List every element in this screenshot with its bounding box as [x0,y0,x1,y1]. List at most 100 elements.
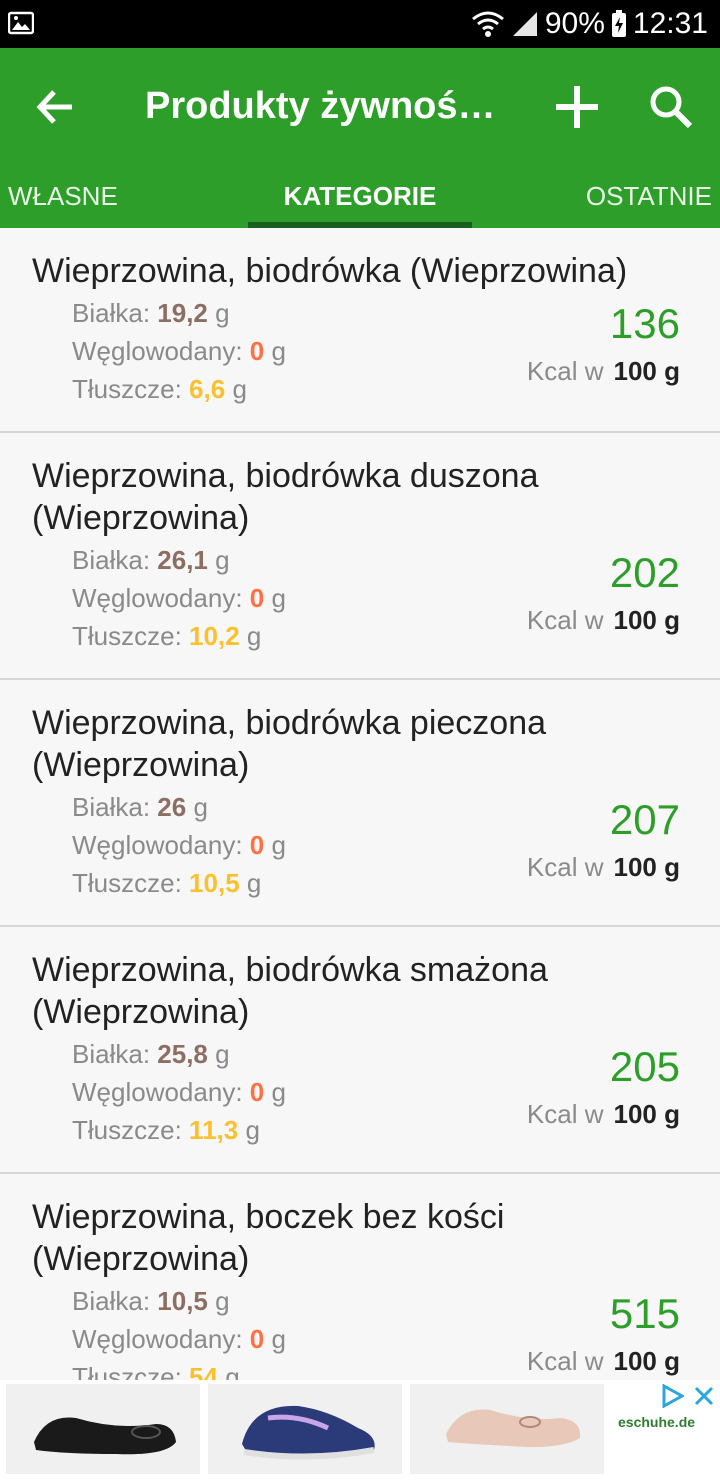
kcal-per-label: Kcal w 100 g [527,852,680,883]
kcal-label: Kcal w [526,1099,604,1129]
unit-label: g [215,1039,230,1069]
carbs-label: Węglowodany: [72,1324,243,1354]
tab-categories[interactable]: KATEGORIE [248,166,472,228]
protein-row: Białka: 25,8 g [72,1035,230,1073]
carbs-row: Węglowodany: 0 g [72,826,286,864]
wifi-icon [471,11,504,37]
unit-label: g [215,545,230,575]
carbs-row: Węglowodany: 0 g [72,332,286,370]
food-list: Wieprzowina, biodrówka (Wieprzowina) Biał… [0,228,720,1380]
ad-shoe-image[interactable] [410,1384,604,1474]
carbs-value: 0 [249,1324,265,1354]
carbs-value: 0 [249,830,265,860]
unit-label: g [271,583,286,613]
item-name: Wieprzowina, biodrówka pieczona (Wieprzo… [32,704,547,784]
unit-label: g [271,1077,286,1107]
protein-row: Białka: 26 g [72,788,208,826]
fat-label: Tłuszcze: [72,621,182,651]
carbs-row: Węglowodany: 0 g [72,1320,286,1358]
fat-label: Tłuszcze: [72,1362,182,1380]
protein-value: 26,1 [157,545,208,575]
fat-row: Tłuszcze: 10,2 g [72,617,261,655]
fat-label: Tłuszcze: [72,868,182,898]
fat-label: Tłuszcze: [72,1115,182,1145]
unit-label: g [246,868,262,898]
fat-label: Tłuszcze: [72,374,182,404]
kcal-per-label: Kcal w 100 g [527,1346,680,1377]
list-item[interactable]: Wieprzowina, biodrówka smażona (Wieprzow… [0,927,720,1174]
close-icon[interactable] [692,1384,716,1408]
tab-bar: WŁASNE KATEGORIE OSTATNIE [0,166,720,228]
fat-value: 6,6 [189,374,226,404]
back-arrow-icon[interactable] [30,82,80,132]
carbs-row: Węglowodany: 0 g [72,1073,286,1111]
app-bar: Produkty żywności... WŁASNE KATEGORIE OS… [0,48,720,228]
unit-label: g [232,374,247,404]
carbs-value: 0 [249,583,265,613]
fat-row: Tłuszcze: 10,5 g [72,864,261,902]
item-name: Wieprzowina, biodrówka smażona (Wieprzow… [32,951,548,1031]
protein-label: Białka: [72,298,151,328]
list-item[interactable]: Wieprzowina, biodrówka pieczona (Wieprzo… [0,680,720,927]
tab-recent[interactable]: OSTATNIE [586,166,712,228]
fat-row: Tłuszcze: 11,3 g [72,1111,260,1149]
fat-value: 10,5 [189,868,240,898]
kcal-per-label: Kcal w 100 g [527,356,680,387]
ad-banner[interactable]: eschuhe.de [0,1380,720,1480]
black-flat-shoe-icon [34,1417,176,1455]
per-amount: 100 g [613,356,681,386]
fat-row: Tłuszcze: 6,6 g [72,370,247,408]
ad-brand-logo[interactable]: eschuhe.de [618,1414,695,1430]
item-name: Wieprzowina, boczek bez kości (Wieprzowi… [32,1198,505,1278]
search-icon[interactable] [646,82,696,132]
item-name: Wieprzowina, biodrówka (Wieprzowina) [32,252,628,290]
kcal-value: 515 [609,1290,680,1337]
per-amount: 100 g [613,605,681,635]
kcal-value: 207 [609,796,680,843]
unit-label: g [215,298,230,328]
ad-choices-icon[interactable] [660,1384,684,1408]
kcal-label: Kcal w [526,852,604,882]
carbs-value: 0 [249,336,265,366]
add-icon[interactable] [552,82,602,132]
status-bar: 90% 12:31 [0,0,720,48]
kcal-label: Kcal w [526,356,604,386]
kcal-label: Kcal w [526,605,604,635]
ad-shoe-image[interactable] [208,1384,402,1474]
protein-row: Białka: 19,2 g [72,294,230,332]
beige-flat-shoe-icon [446,1409,581,1447]
unit-label: g [215,1286,230,1316]
tab-own[interactable]: WŁASNE [8,166,118,228]
unit-label: g [245,1115,260,1145]
unit-label: g [246,621,262,651]
carbs-label: Węglowodany: [72,830,243,860]
list-item[interactable]: Wieprzowina, biodrówka (Wieprzowina) Biał… [0,228,720,433]
fat-row: Tłuszcze: 54 g [72,1358,240,1380]
battery-charging-icon [611,10,626,37]
fat-value: 54 [189,1362,218,1380]
fat-value: 11,3 [189,1115,239,1145]
page-title: Produkty żywności... [145,85,515,127]
sneaker-icon [242,1405,375,1460]
carbs-value: 0 [249,1077,265,1107]
kcal-value: 136 [609,300,680,347]
protein-label: Białka: [72,1039,151,1069]
carbs-row: Węglowodany: 0 g [72,579,286,617]
kcal-per-label: Kcal w 100 g [527,605,680,636]
carbs-label: Węglowodany: [72,1077,243,1107]
unit-label: g [225,1362,240,1380]
ad-shoe-image[interactable] [6,1384,200,1474]
protein-value: 10,5 [157,1286,208,1316]
per-amount: 100 g [613,852,681,882]
gallery-notification-icon [8,11,34,35]
unit-label: g [271,1324,286,1354]
battery-percent: 90% [544,7,605,40]
list-item[interactable]: Wieprzowina, biodrówka duszona (Wieprzow… [0,433,720,680]
unit-label: g [193,792,208,822]
protein-label: Białka: [72,792,151,822]
signal-icon [512,12,537,36]
item-name: Wieprzowina, biodrówka duszona (Wieprzow… [32,457,539,537]
protein-value: 26 [157,792,187,822]
list-item[interactable]: Wieprzowina, boczek bez kości (Wieprzowi… [0,1174,720,1380]
kcal-value: 202 [609,549,680,596]
